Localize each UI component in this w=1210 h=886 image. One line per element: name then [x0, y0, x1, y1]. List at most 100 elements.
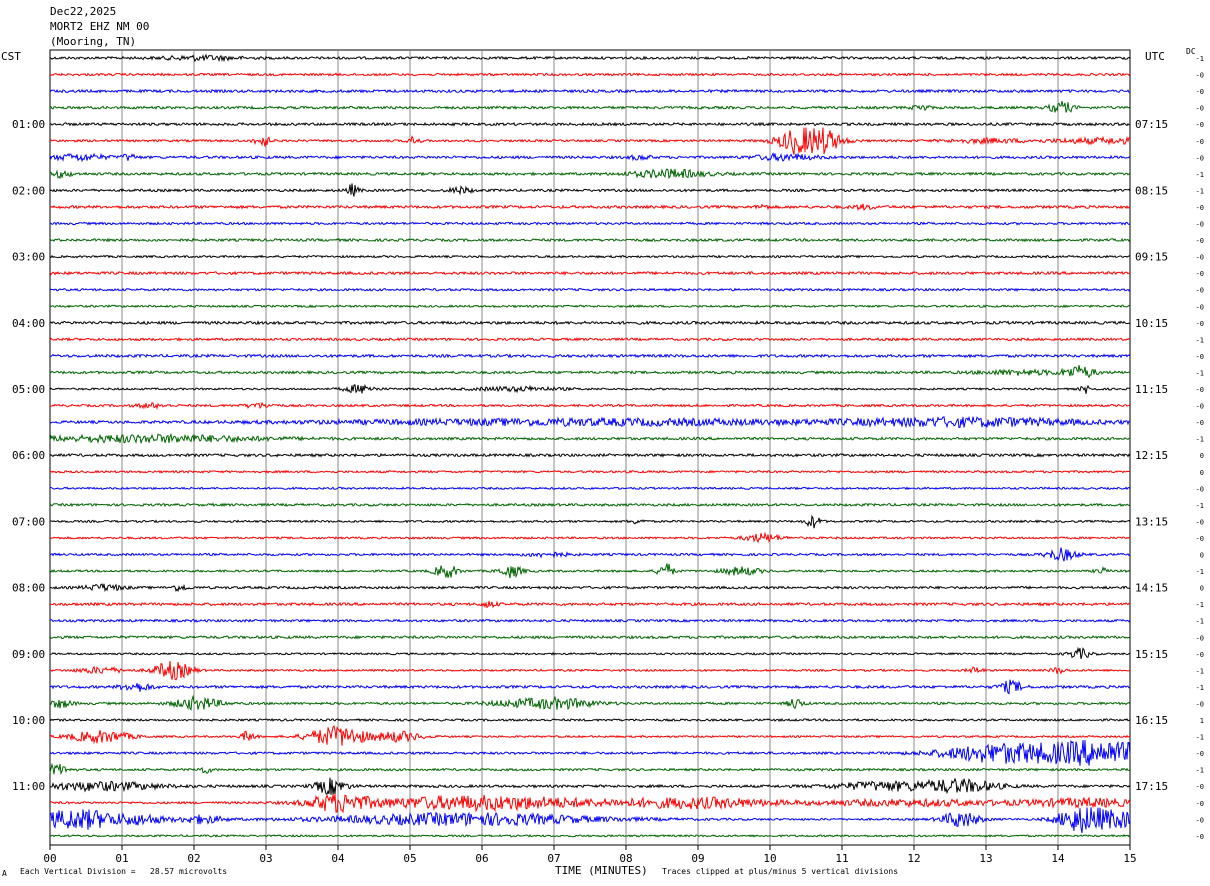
plot-frame [49, 49, 1131, 846]
dc-offset-label: -0 [1196, 403, 1204, 411]
dc-offset-labels: -1 -0 -0 -0 -0 -0 -0 -1 -1 -0 -0 -0 -0 -0 -0 -0 -0 -1 -0 -1… [1196, 55, 1204, 841]
right-time-labels: 07:15 08:15 09:15 10:15 11:15 12:15 13:15 14:15… [1135, 118, 1168, 793]
trace-row-30 [49, 547, 1131, 562]
trace-row-36 [49, 646, 1131, 660]
trace-row-18 [49, 353, 1131, 359]
dc-offset-label: -0 [1196, 535, 1204, 543]
trace-row-1 [49, 72, 1131, 77]
trace-row-38 [49, 679, 1131, 695]
dc-offset-label: -0 [1196, 320, 1204, 328]
dc-offset-label: -0 [1196, 88, 1204, 96]
x-axis-ticks: 00 01 02 03 04 05 06 07 08 09 10 11 12 13 14 15 [43, 845, 1137, 865]
dc-offset-label: -0 [1196, 816, 1204, 824]
x-tick-label: 12 [907, 852, 920, 865]
dc-offset-label: -0 [1196, 651, 1204, 659]
dc-offset-label: -0 [1196, 254, 1204, 262]
x-tick-label: 00 [43, 852, 56, 865]
dc-offset-label: -1 [1196, 55, 1204, 63]
trace-row-2 [49, 88, 1131, 94]
trace-row-0 [49, 53, 1131, 63]
trace-row-34 [49, 618, 1131, 623]
trace-row-25 [49, 469, 1131, 474]
right-time-label: 11:15 [1135, 383, 1168, 396]
dc-offset-label: -1 [1196, 502, 1204, 510]
x-tick-label: 13 [979, 852, 992, 865]
trace-row-19 [49, 365, 1131, 379]
dc-offset-label: -0 [1196, 833, 1204, 841]
dc-offset-label: -1 [1196, 436, 1204, 444]
trace-row-24 [49, 452, 1131, 458]
trace-row-43 [49, 762, 1131, 776]
trace-row-13 [49, 270, 1131, 276]
right-time-label: 15:15 [1135, 648, 1168, 661]
left-time-label: 01:00 [12, 118, 45, 131]
trace-row-6 [49, 152, 1131, 163]
trace-row-27 [49, 502, 1131, 508]
right-time-label: 13:15 [1135, 515, 1168, 528]
trace-row-40 [49, 717, 1131, 723]
dc-offset-label: -0 [1196, 105, 1204, 113]
trace-row-45 [49, 793, 1131, 814]
dc-offset-label: 0 [1200, 469, 1204, 477]
dc-offset-label: 0 [1200, 452, 1204, 460]
right-time-label: 16:15 [1135, 714, 1168, 727]
x-tick-label: 11 [835, 852, 848, 865]
dc-offset-label: -1 [1196, 667, 1204, 675]
dc-offset-label: -0 [1196, 270, 1204, 278]
dc-offset-label: -0 [1196, 204, 1204, 212]
dc-offset-label: -0 [1196, 303, 1204, 311]
dc-offset-label: -0 [1196, 154, 1204, 162]
trace-row-26 [50, 486, 1131, 491]
trace-row-39 [49, 694, 1131, 711]
dc-offset-label: -0 [1196, 287, 1204, 295]
trace-row-35 [49, 634, 1131, 640]
left-time-label: 06:00 [12, 449, 45, 462]
right-time-label: 12:15 [1135, 449, 1168, 462]
dc-offset-label: 0 [1200, 552, 1204, 560]
left-time-label: 07:00 [12, 515, 45, 528]
trace-row-29 [49, 531, 1131, 544]
trace-row-10 [49, 221, 1131, 226]
x-tick-label: 06 [475, 852, 488, 865]
seismic-traces [49, 53, 1131, 838]
clip-note: Traces clipped at plus/minus 5 vertical … [662, 867, 899, 876]
trace-row-12 [49, 254, 1131, 259]
x-tick-label: 14 [1051, 852, 1065, 865]
right-time-label: 08:15 [1135, 184, 1168, 197]
dc-offset-label: 0 [1200, 585, 1204, 593]
left-time-label: 05:00 [12, 383, 45, 396]
trace-row-37 [49, 660, 1131, 681]
dc-offset-label: -1 [1196, 618, 1204, 626]
trace-row-32 [50, 583, 1131, 593]
x-tick-label: 09 [691, 852, 704, 865]
x-axis-label: TIME (MINUTES) [555, 864, 648, 877]
right-time-label: 10:15 [1135, 317, 1168, 330]
dc-offset-label: -1 [1196, 369, 1204, 377]
x-tick-label: 15 [1123, 852, 1136, 865]
trace-row-4 [49, 121, 1130, 127]
trace-row-28 [49, 514, 1131, 529]
dc-offset-label: -1 [1196, 187, 1204, 195]
trace-row-5 [49, 127, 1131, 155]
dc-offset-label: -0 [1196, 72, 1204, 80]
trace-row-11 [49, 237, 1131, 243]
left-time-label: 09:00 [12, 648, 45, 661]
trace-row-7 [49, 168, 1131, 180]
left-time-label: 08:00 [12, 582, 45, 595]
trace-row-21 [49, 401, 1131, 411]
trace-row-46 [49, 807, 1131, 834]
dc-offset-label: -0 [1196, 138, 1204, 146]
trace-row-31 [49, 563, 1131, 579]
left-time-label: 02:00 [12, 184, 45, 197]
trace-row-44 [49, 777, 1131, 796]
x-tick-label: 03 [259, 852, 272, 865]
dc-offset-label: -0 [1196, 700, 1204, 708]
right-time-label: 09:15 [1135, 251, 1168, 264]
trace-row-14 [49, 287, 1131, 292]
left-time-label: 03:00 [12, 251, 45, 264]
trace-row-15 [49, 304, 1131, 309]
trace-row-20 [49, 383, 1130, 394]
dc-offset-label: -0 [1196, 353, 1204, 361]
dc-offset-label: -1 [1196, 601, 1204, 609]
minute-gridlines [121, 50, 1059, 845]
